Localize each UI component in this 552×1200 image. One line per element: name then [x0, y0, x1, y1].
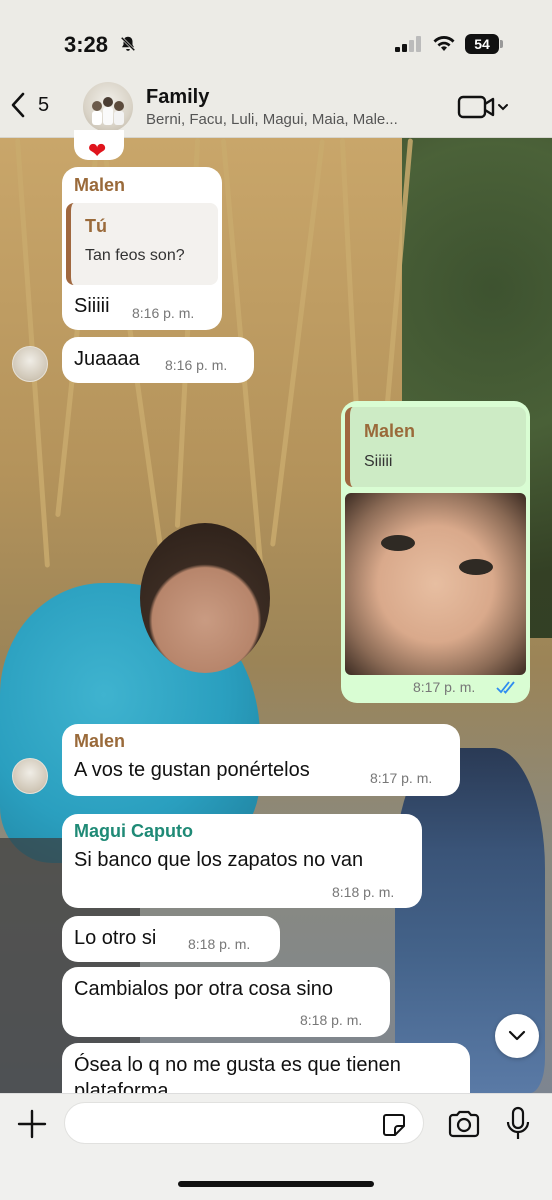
- status-time: 3:28: [64, 32, 109, 57]
- composer-bar: [0, 1093, 552, 1200]
- chat-members[interactable]: Berni, Facu, Luli, Magui, Maia, Male...: [146, 111, 436, 128]
- photo-eye: [381, 535, 415, 551]
- message-sender: Malen: [74, 175, 126, 195]
- chat-header: 5 Family Berni, Facu, Luli, Magui, Maia,…: [0, 70, 552, 138]
- message-bubble[interactable]: Malen Tú Tan feos son? Siiiii 8:16 p. m.: [62, 167, 222, 330]
- shared-photo[interactable]: [345, 493, 526, 675]
- camera-button[interactable]: [447, 1109, 481, 1139]
- sender-avatar[interactable]: [12, 346, 48, 382]
- chat-title[interactable]: Family: [146, 86, 209, 109]
- video-call-button[interactable]: [456, 94, 516, 120]
- battery-indicator: 54: [465, 34, 503, 54]
- message-sender: Magui Caputo: [74, 821, 193, 841]
- sticker-button[interactable]: [381, 1112, 407, 1138]
- plus-icon: [17, 1109, 47, 1139]
- message-input[interactable]: [64, 1102, 424, 1144]
- quoted-sender: Malen: [364, 421, 416, 441]
- heart-reaction-icon: ❤: [88, 138, 107, 163]
- wallpaper-person-head: [140, 523, 270, 673]
- message-time: 8:16 p. m.: [165, 357, 228, 373]
- message-bubble[interactable]: Cambialos por otra cosa sino 8:18 p. m.: [62, 967, 390, 1037]
- message-bubble[interactable]: Magui Caputo Si banco que los zapatos no…: [62, 814, 422, 908]
- message-time: 8:17 p. m.: [413, 679, 476, 695]
- quoted-sender: Tú: [85, 216, 107, 236]
- message-time: 8:18 p. m.: [300, 1012, 363, 1028]
- message-bubble[interactable]: Malen A vos te gustan ponértelos 8:17 p.…: [62, 724, 460, 796]
- scroll-to-bottom-button[interactable]: [495, 1014, 539, 1058]
- quoted-message[interactable]: Tú Tan feos son?: [66, 203, 218, 285]
- message-text: Lo otro si: [74, 927, 157, 949]
- back-button[interactable]: 5: [10, 90, 70, 120]
- quoted-message[interactable]: Malen Siiiii: [345, 407, 526, 487]
- wallpaper-reed: [270, 139, 325, 547]
- message-text: A vos te gustan ponértelos: [74, 759, 310, 781]
- silent-bell-icon: [120, 36, 136, 52]
- camera-icon: [448, 1110, 480, 1138]
- group-photo: [92, 97, 124, 125]
- message-time: 8:18 p. m.: [332, 884, 395, 900]
- message-time: 8:17 p. m.: [370, 770, 433, 786]
- outgoing-photo-message[interactable]: Malen Siiiii 8:17 p. m.: [341, 401, 530, 703]
- quoted-text: Siiiii: [364, 453, 393, 470]
- message-text: Si banco que los zapatos no van: [74, 849, 364, 871]
- quoted-text: Tan feos son?: [85, 247, 185, 264]
- group-avatar[interactable]: [83, 82, 133, 132]
- message-time: 8:18 p. m.: [188, 936, 251, 952]
- double-check-icon: [496, 681, 515, 694]
- unread-count: 5: [38, 93, 50, 116]
- chevron-down-icon: [498, 104, 508, 111]
- battery-level: 54: [465, 34, 499, 54]
- message-bubble[interactable]: Juaaaa 8:16 p. m.: [62, 337, 254, 383]
- chevron-down-icon: [508, 1030, 526, 1041]
- message-bubble[interactable]: Lo otro si 8:18 p. m.: [62, 916, 280, 962]
- wifi-icon: [433, 36, 455, 51]
- sender-avatar[interactable]: [12, 758, 48, 794]
- message-text: Cambialos por otra cosa sino: [74, 978, 334, 1000]
- chevron-left-icon: [11, 92, 25, 118]
- battery-tip: [500, 40, 503, 48]
- home-indicator: [178, 1181, 374, 1187]
- signal-icon: [395, 36, 421, 52]
- microphone-button[interactable]: [505, 1106, 531, 1142]
- photo-eye: [459, 559, 493, 575]
- video-camera-icon: [457, 95, 495, 119]
- message-sender: Malen: [74, 731, 126, 751]
- message-time: 8:16 p. m.: [132, 305, 195, 321]
- message-text: Juaaaa: [74, 348, 140, 370]
- message-text: Siiiii: [74, 295, 110, 317]
- attach-plus-button[interactable]: [16, 1108, 48, 1140]
- status-bar: 3:28 54: [0, 0, 552, 70]
- microphone-icon: [506, 1106, 530, 1139]
